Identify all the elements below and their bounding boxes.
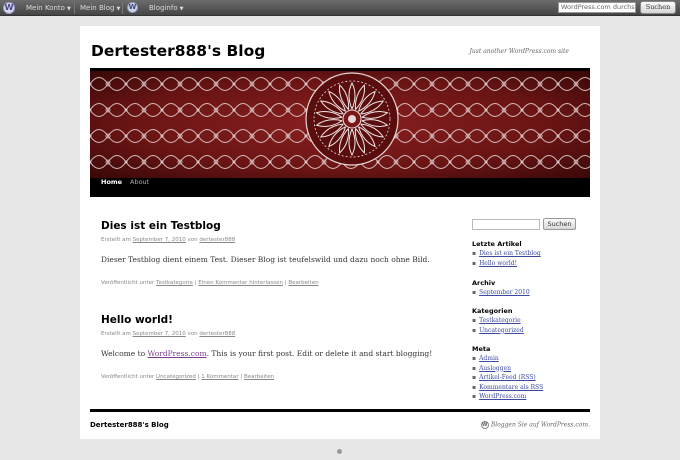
post-date-link[interactable]: September 7, 2010 [133,331,186,337]
caret-down-icon: ▼ [116,6,121,12]
post-title[interactable]: Dies ist ein Testblog [101,220,221,232]
post-edit-link[interactable]: Bearbeiten [288,280,318,286]
list-item-label: September 2010 [479,289,530,296]
post-category-link[interactable]: Uncategorized [156,374,196,380]
meta-by: von [187,331,198,337]
widget-heading-meta: Meta [472,345,491,353]
banner-ornament [90,71,590,178]
header-banner-image [90,71,590,178]
post-meta: Erstellt am September 7, 2010 von dertes… [101,331,235,337]
post-text: . This is your first post. Edit or delet… [206,349,433,358]
list-item-label: Testkategorie [479,317,521,324]
blavatar-icon[interactable]: W [127,2,138,13]
post-footer: Veröffentlicht unter Testkategorie | Ein… [101,280,319,286]
site-title[interactable]: Dertester888's Blog [91,42,265,60]
post-edit-link[interactable]: Bearbeiten [244,374,274,380]
list-item-label: Ausloggen [479,364,511,372]
footer-prefix: Veröffentlicht unter [101,374,155,380]
footer-prefix: Veröffentlicht unter [101,280,155,286]
caret-down-icon: ▼ [179,6,184,12]
nav-item-about[interactable]: About [130,178,149,197]
list-item[interactable]: Dies ist ein Testblog [472,249,541,259]
list-item[interactable]: Testkategorie [472,316,524,326]
sidebar-search-input[interactable] [472,219,540,230]
list-item[interactable]: Kommentare als RSS [472,383,543,393]
separator [122,2,123,14]
meta-prefix: Erstellt am [101,331,131,337]
status-indicator-icon [337,449,342,454]
post-footer: Veröffentlicht unter Uncategorized | 1 K… [101,374,274,380]
footer-credit[interactable]: W Bloggen Sie auf WordPress.com. [480,421,590,429]
caret-down-icon: ▼ [66,6,71,12]
separator [74,2,75,14]
list-item-label: Kommentare als RSS [479,383,544,391]
list-item[interactable]: September 2010 [472,288,530,298]
post-content: Dieser Testblog dient einem Test. Dieser… [101,255,430,264]
post-author-link[interactable]: dertester888 [199,331,235,337]
list-item[interactable]: Uncategorized [472,326,524,336]
recent-posts-list: Dies ist ein Testblog Hello world! [472,249,541,268]
list-item[interactable]: Hello world! [472,259,541,269]
post-content: Welcome to WordPress.com. This is your f… [101,349,432,358]
categories-list: Testkategorie Uncategorized [472,316,524,335]
widget-heading-archive: Archiv [472,279,496,287]
footer-site-title[interactable]: Dertester888's Blog [90,421,169,429]
list-item[interactable]: WordPress.com [472,392,543,402]
post-title[interactable]: Hello world! [101,314,173,326]
archive-list: September 2010 [472,288,530,298]
post-text: Welcome to [101,349,146,358]
sidebar-search-button[interactable]: Suchen [543,218,576,230]
menu-my-account-label: Mein Konto [26,4,65,12]
menu-my-account[interactable]: Mein Konto ▼ [26,0,71,16]
list-item-label: Dies ist ein Testblog [479,250,541,257]
post-date-link[interactable]: September 7, 2010 [133,237,186,243]
menu-bloginfo-label: Bloginfo [149,4,178,12]
list-item-label: Artikel-Feed (RSS) [479,374,536,381]
admin-search-button[interactable]: Suchen [640,1,676,14]
nav-item-home[interactable]: Home [101,178,122,197]
separator: | [284,280,287,286]
post-author-link[interactable]: dertester888 [199,237,235,243]
meta-by: von [187,237,198,243]
site-description: Just another WordPress.com site [469,48,569,55]
menu-my-blog-label: Mein Blog [80,4,115,12]
post-meta: Erstellt am September 7, 2010 von dertes… [101,237,235,243]
post-category-link[interactable]: Testkategorie [156,280,193,286]
wordpress-link[interactable]: WordPress.com [148,349,207,358]
admin-bar: W Mein Konto ▼ Mein Blog ▼ W Bloginfo ▼ Wor… [0,0,680,16]
widget-heading-recent: Letzte Artikel [472,240,522,248]
admin-search-input[interactable]: WordPress.com durchsuc [558,2,636,13]
list-item-label: Admin [479,355,499,362]
list-item-label: Hello world! [479,259,518,267]
separator: | [197,374,200,380]
separator: | [194,280,197,286]
list-item-label: Uncategorized [479,326,524,334]
list-item[interactable]: Ausloggen [472,364,543,374]
footer-credit-label: Bloggen Sie auf WordPress.com. [490,421,590,429]
post-comments-link[interactable]: 1 Kommentar [201,374,238,380]
menu-bloginfo[interactable]: Bloginfo ▼ [149,0,183,16]
meta-prefix: Erstellt am [101,237,131,243]
menu-my-blog[interactable]: Mein Blog ▼ [80,0,120,16]
widget-heading-categories: Kategorien [472,307,513,315]
page-wrapper: Dertester888's Blog Just another WordPre… [80,26,600,439]
list-item[interactable]: Admin [472,354,543,364]
separator: | [240,374,243,380]
wordpress-logo-icon[interactable]: W [3,2,15,14]
main-navigation: Home About [90,178,590,197]
footer-rule [90,409,590,412]
meta-list: Admin Ausloggen Artikel-Feed (RSS) Komme… [472,354,543,402]
wordpress-logo-icon: W [480,421,489,429]
list-item[interactable]: Artikel-Feed (RSS) [472,373,543,383]
list-item-label: WordPress.com [479,393,527,400]
post-comments-link[interactable]: Einen Kommentar hinterlassen [198,280,283,286]
